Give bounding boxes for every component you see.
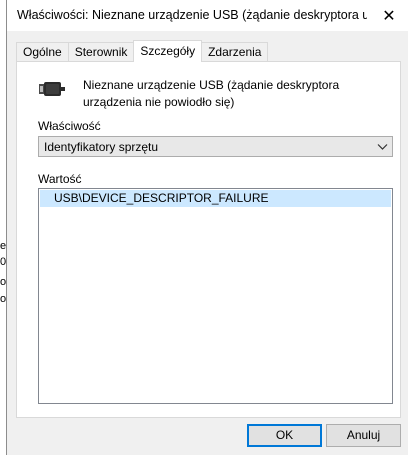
details-panel: Nieznane urządzenie USB (żądanie deskryp… bbox=[16, 61, 401, 418]
property-select[interactable]: Identyfikatory sprzętu bbox=[38, 136, 393, 157]
properties-dialog: Właściwości: Nieznane urządzenie USB (żą… bbox=[6, 0, 408, 455]
tab-driver[interactable]: Sterownik bbox=[67, 42, 135, 62]
property-label: Właściwość bbox=[38, 119, 101, 133]
close-button[interactable]: ✕ bbox=[369, 0, 408, 31]
property-selected-value: Identyfikatory sprzętu bbox=[44, 140, 159, 154]
value-label: Wartość bbox=[38, 172, 82, 186]
tab-details[interactable]: Szczegóły bbox=[133, 40, 203, 62]
title-bar[interactable]: Właściwości: Nieznane urządzenie USB (żą… bbox=[7, 0, 408, 31]
window-title: Właściwości: Nieznane urządzenie USB (żą… bbox=[17, 8, 367, 22]
device-name: Nieznane urządzenie USB (żądanie deskryp… bbox=[83, 78, 340, 109]
ok-button[interactable]: OK bbox=[247, 424, 322, 447]
cancel-button[interactable]: Anuluj bbox=[326, 424, 401, 447]
usb-device-icon bbox=[39, 82, 65, 96]
close-icon: ✕ bbox=[382, 7, 396, 25]
chevron-down-icon bbox=[377, 144, 388, 150]
value-list[interactable]: USB\DEVICE_DESCRIPTOR_FAILURE bbox=[38, 188, 393, 404]
list-item[interactable]: USB\DEVICE_DESCRIPTOR_FAILURE bbox=[40, 190, 391, 207]
tab-events[interactable]: Zdarzenia bbox=[201, 42, 269, 62]
tab-general[interactable]: Ogólne bbox=[16, 42, 69, 62]
tab-strip: Ogólne Sterownik Szczegóły Zdarzenia bbox=[16, 40, 269, 62]
